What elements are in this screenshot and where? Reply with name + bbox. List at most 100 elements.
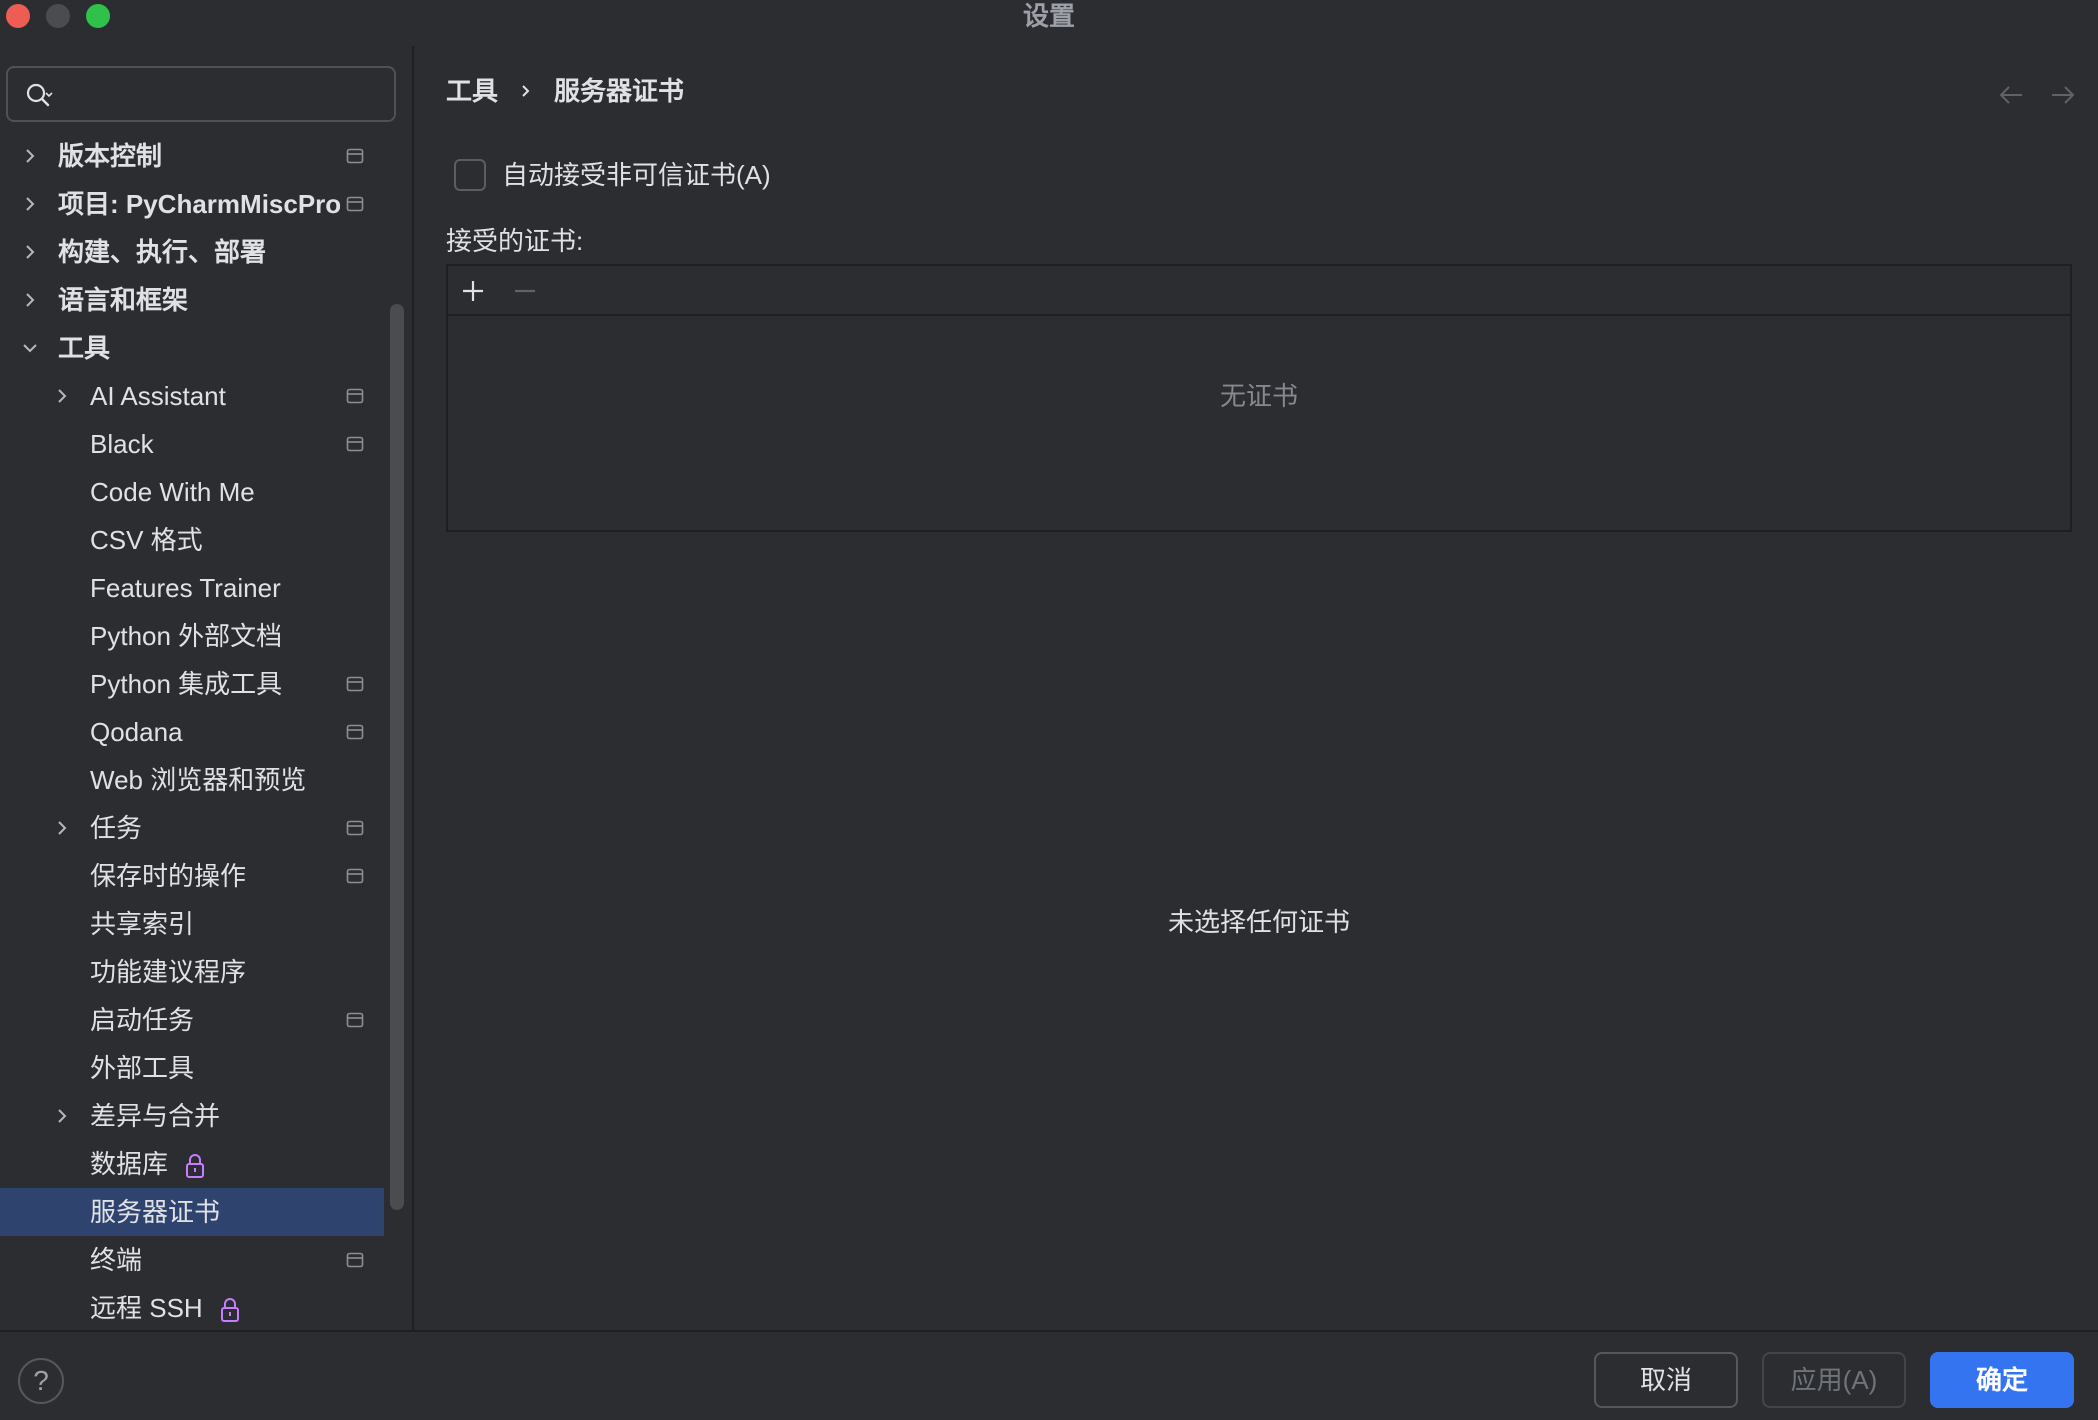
sidebar-item[interactable]: 终端	[0, 1236, 384, 1284]
sidebar-item-label: Code With Me	[90, 477, 255, 507]
search-icon	[26, 83, 53, 107]
sidebar-item-label: Python 外部文档	[90, 621, 283, 651]
lock-icon	[220, 1298, 239, 1323]
chevron-right-icon	[522, 85, 530, 97]
breadcrumb: 工具 服务器证书	[446, 74, 684, 108]
sidebar-item-label: 语言和框架	[58, 285, 189, 315]
back-arrow-icon[interactable]	[1996, 82, 2026, 108]
chevron-right-icon[interactable]	[52, 818, 72, 838]
sidebar-item[interactable]: Features Trainer	[0, 564, 384, 612]
sidebar-item-label: 工具	[58, 333, 111, 363]
ok-button[interactable]: 确定	[1930, 1352, 2074, 1408]
empty-list-text: 无证书	[1219, 381, 1298, 411]
settings-window: 设置 版本控制项目: PyCharmMiscProject 构建、执行、部署语言和…	[0, 0, 2098, 1420]
add-icon[interactable]	[460, 278, 486, 304]
sidebar-item[interactable]: 版本控制	[0, 132, 384, 180]
project-scope-icon	[346, 1252, 364, 1268]
window-title: 设置	[1022, 1, 1075, 31]
sidebar-item[interactable]: 保存时的操作	[0, 852, 384, 900]
project-scope-icon	[346, 1012, 364, 1028]
sidebar-item[interactable]: 启动任务	[0, 996, 384, 1044]
project-scope-icon	[346, 388, 364, 404]
forward-arrow-icon[interactable]	[2048, 82, 2078, 108]
sidebar-item-label: Web 浏览器和预览	[90, 765, 307, 795]
chevron-down-icon[interactable]	[20, 338, 40, 358]
sidebar-item[interactable]: Python 外部文档	[0, 612, 384, 660]
no-selection-text: 未选择任何证书	[1167, 907, 1350, 937]
sidebar-item-label: 任务	[90, 813, 143, 843]
sidebar-item[interactable]: 远程 SSH	[0, 1284, 384, 1332]
sidebar-item[interactable]: Qodana	[0, 708, 384, 756]
sidebar-item-label: 数据库	[90, 1140, 206, 1188]
apply-button[interactable]: 应用(A)	[1762, 1352, 1906, 1408]
history-nav	[1996, 82, 2078, 108]
sidebar-item-label: 终端	[90, 1245, 143, 1275]
sidebar-item[interactable]: 共享索引	[0, 900, 384, 948]
sidebar-item[interactable]: 任务	[0, 804, 384, 852]
project-scope-icon	[346, 196, 364, 212]
sidebar-item[interactable]: 语言和框架	[0, 276, 384, 324]
sidebar-item[interactable]: 工具	[0, 324, 384, 372]
auto-accept-checkbox[interactable]	[454, 159, 486, 191]
sidebar-item[interactable]: Black	[0, 420, 384, 468]
sidebar-item[interactable]: 外部工具	[0, 1044, 384, 1092]
sidebar-item[interactable]: 数据库	[0, 1140, 384, 1188]
sidebar-item-label: 远程 SSH	[90, 1284, 241, 1332]
auto-accept-label[interactable]: 自动接受非可信证书(A)	[502, 158, 771, 192]
title-bar: 设置	[0, 0, 2098, 34]
remove-icon[interactable]	[512, 278, 538, 304]
sidebar-item-label: Python 集成工具	[90, 669, 283, 699]
sidebar-item[interactable]: Code With Me	[0, 468, 384, 516]
settings-sidebar: 版本控制项目: PyCharmMiscProject 构建、执行、部署语言和框架工…	[0, 34, 412, 1330]
sidebar-item-label: 服务器证书	[90, 1197, 221, 1227]
settings-tree: 版本控制项目: PyCharmMiscProject 构建、执行、部署语言和框架工…	[0, 132, 384, 1332]
sidebar-item[interactable]: 差异与合并	[0, 1092, 384, 1140]
search-field[interactable]	[6, 66, 396, 122]
sidebar-item-label: Qodana	[90, 717, 183, 747]
sidebar-item-label: Features Trainer	[90, 573, 281, 603]
project-scope-icon	[346, 676, 364, 692]
sidebar-item[interactable]: Python 集成工具	[0, 660, 384, 708]
sidebar-item-label: 功能建议程序	[90, 957, 247, 987]
project-scope-icon	[346, 436, 364, 452]
lock-icon	[186, 1154, 205, 1179]
search-input[interactable]	[66, 76, 376, 114]
sidebar-item-label: Black	[90, 429, 154, 459]
sidebar-item-label: 共享索引	[90, 909, 195, 939]
sidebar-item-label: 构建、执行、部署	[58, 237, 267, 267]
sidebar-item-label: 启动任务	[90, 1005, 195, 1035]
cancel-button[interactable]: 取消	[1594, 1352, 1738, 1408]
sidebar-item[interactable]: 项目: PyCharmMiscProject	[0, 180, 384, 228]
sidebar-item[interactable]: 服务器证书	[0, 1188, 384, 1236]
sidebar-item-label: 保存时的操作	[90, 861, 247, 891]
project-scope-icon	[346, 148, 364, 164]
sidebar-scrollbar[interactable]	[390, 304, 404, 1210]
sidebar-item[interactable]: AI Assistant	[0, 372, 384, 420]
sidebar-item-label: 版本控制	[58, 141, 163, 171]
project-scope-icon	[346, 724, 364, 740]
chevron-right-icon[interactable]	[20, 242, 40, 262]
certificates-list[interactable]: 无证书	[446, 264, 2072, 532]
auto-accept-row[interactable]: 自动接受非可信证书(A)	[454, 158, 771, 192]
breadcrumb-parent[interactable]: 工具	[446, 74, 498, 108]
chevron-right-icon[interactable]	[20, 290, 40, 310]
breadcrumb-current: 服务器证书	[554, 76, 685, 106]
sidebar-item[interactable]: Web 浏览器和预览	[0, 756, 384, 804]
sidebar-item-label: 外部工具	[90, 1053, 195, 1083]
sidebar-item-label: 差异与合并	[90, 1101, 221, 1131]
sidebar-item[interactable]: CSV 格式	[0, 516, 384, 564]
sidebar-item[interactable]: 构建、执行、部署	[0, 228, 384, 276]
settings-content: 工具 服务器证书 自动接受非可信证书(A) 接受的证书: 无证书 未选择任何证书	[414, 34, 2098, 1330]
chevron-right-icon[interactable]	[52, 1106, 72, 1126]
help-button[interactable]: ?	[18, 1358, 64, 1404]
chevron-right-icon[interactable]	[20, 194, 40, 214]
chevron-right-icon[interactable]	[52, 386, 72, 406]
certificates-toolbar	[448, 266, 2070, 316]
sidebar-item-label: 项目: PyCharmMiscProject	[58, 189, 340, 219]
project-scope-icon	[346, 820, 364, 836]
sidebar-item-label: AI Assistant	[90, 381, 226, 411]
project-scope-icon	[346, 868, 364, 884]
chevron-right-icon[interactable]	[20, 146, 40, 166]
sidebar-item-label: CSV 格式	[90, 525, 203, 555]
sidebar-item[interactable]: 功能建议程序	[0, 948, 384, 996]
